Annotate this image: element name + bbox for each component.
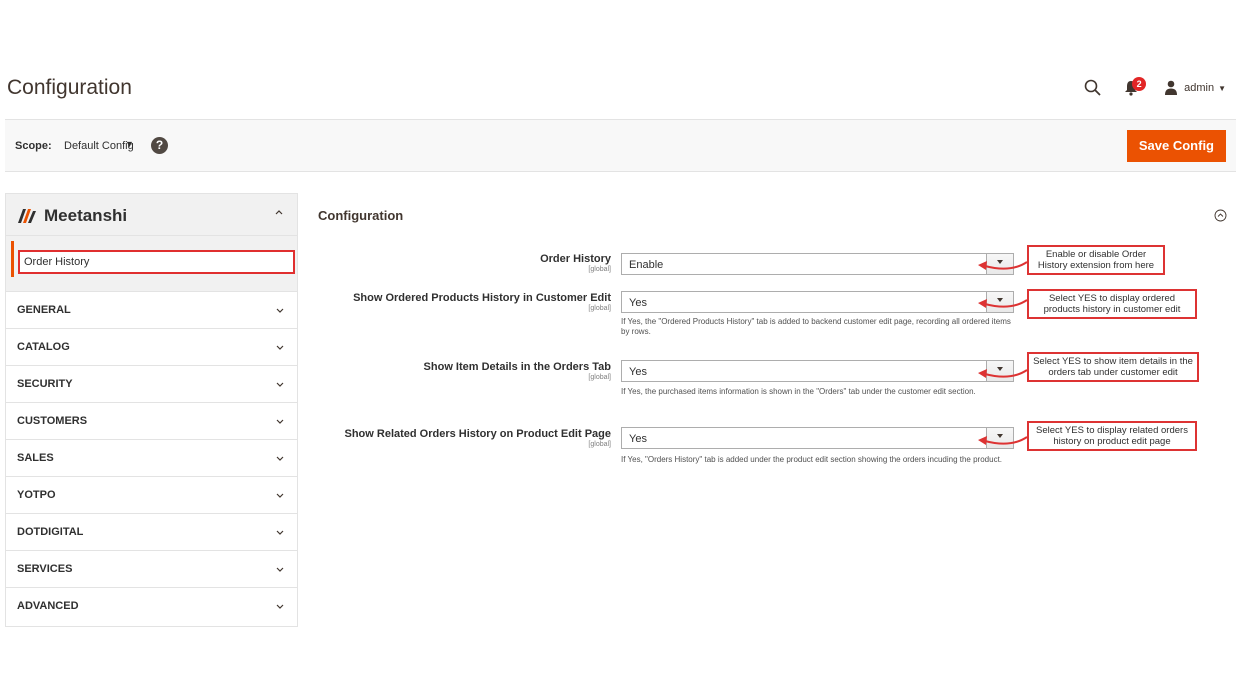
chevron-down-icon	[276, 419, 284, 424]
sidebar-tab-sales[interactable]: SALES	[6, 440, 297, 477]
annotation-callout: Select YES to display related orders his…	[1027, 421, 1197, 451]
scope-label: Scope:	[15, 140, 52, 152]
sidebar-tab-label: CATALOG	[17, 341, 70, 353]
brand-logo: Meetanshi	[18, 206, 127, 226]
sidebar-tab-label: CUSTOMERS	[17, 415, 88, 427]
sidebar-tab-meetanshi[interactable]: Meetanshi	[6, 194, 297, 236]
field-label-order-history: Order History	[540, 253, 611, 265]
field-scope: [global]	[588, 266, 611, 273]
annotation-callout: Enable or disable Order History extensio…	[1027, 245, 1165, 275]
sidebar-tab-label: DOTDIGITAL	[17, 526, 84, 538]
sidebar-tab-services[interactable]: SERVICES	[6, 551, 297, 588]
scope-bar: Scope: Default Config ▼ ? Save Config	[5, 119, 1236, 172]
sidebar-tab-label: SECURITY	[17, 378, 73, 390]
chevron-down-icon	[276, 308, 284, 313]
sidebar-tab-security[interactable]: SECURITY	[6, 366, 297, 403]
user-menu[interactable]: admin ▼	[1164, 80, 1226, 96]
annotation-arrow-icon	[978, 299, 1028, 308]
save-config-button[interactable]: Save Config	[1126, 130, 1226, 162]
collapse-icon[interactable]	[1214, 209, 1227, 222]
annotation-callout: Select YES to show item details in the o…	[1027, 352, 1199, 382]
sidebar-tab-label: SERVICES	[17, 563, 73, 575]
chevron-down-icon	[276, 456, 284, 461]
sidebar-tab-catalog[interactable]: CATALOG	[6, 329, 297, 366]
ordered-products-history-select[interactable]: Yes	[621, 291, 1014, 313]
field-note: If Yes, the "Ordered Products History" t…	[621, 317, 1011, 336]
sidebar-tab-advanced[interactable]: ADVANCED	[6, 588, 297, 625]
annotation-arrow-icon	[978, 436, 1028, 445]
field-label-ordered-products-history: Show Ordered Products History in Custome…	[353, 292, 611, 304]
sidebar-tab-dotdigital[interactable]: DOTDIGITAL	[6, 514, 297, 551]
field-label-item-details: Show Item Details in the Orders Tab	[423, 361, 611, 373]
caret-down-icon: ▼	[1218, 83, 1226, 93]
user-name: admin	[1184, 82, 1215, 94]
field-note: If Yes, the purchased items information …	[621, 387, 976, 396]
page-title: Configuration	[7, 76, 132, 99]
sidebar-tab-label: YOTPO	[17, 489, 56, 501]
notification-count-badge: 2	[1132, 77, 1147, 91]
notifications-bell[interactable]: 2	[1124, 77, 1147, 97]
annotation-arrow-icon	[978, 261, 1028, 270]
item-details-select[interactable]: Yes	[621, 360, 1014, 382]
field-label-related-orders-history: Show Related Orders History on Product E…	[344, 428, 612, 440]
chevron-down-icon	[276, 530, 284, 535]
search-icon[interactable]	[1084, 79, 1102, 97]
meetanshi-logo-icon	[18, 209, 36, 223]
chevron-up-icon	[275, 210, 283, 215]
caret-down-icon[interactable]: ▼	[125, 139, 134, 149]
chevron-down-icon	[276, 493, 284, 498]
help-icon[interactable]: ?	[151, 137, 168, 154]
chevron-down-icon	[276, 345, 284, 350]
sidebar-tab-label: SALES	[17, 452, 54, 464]
sidebar-tab-label: GENERAL	[17, 304, 71, 316]
related-orders-history-select[interactable]: Yes	[621, 427, 1014, 449]
sidebar-tab-label: ADVANCED	[17, 600, 79, 612]
select-value: Yes	[629, 433, 647, 445]
field-scope: [global]	[588, 441, 611, 448]
chevron-down-icon	[276, 567, 284, 572]
select-value: Enable	[629, 259, 664, 271]
select-value: Yes	[629, 366, 647, 378]
brand-name: Meetanshi	[44, 206, 128, 225]
sidebar-tab-yotpo[interactable]: YOTPO	[6, 477, 297, 514]
sidebar-subsection: Order History	[6, 236, 297, 292]
config-sidebar: Meetanshi Order History GENERAL CATALOG …	[5, 193, 298, 627]
scope-switcher[interactable]: Default Config	[64, 140, 134, 152]
header-actions: 2 admin ▼	[1084, 77, 1226, 98]
field-note: If Yes, "Orders History" tab is added un…	[621, 455, 1003, 464]
annotation-arrow-icon	[978, 369, 1028, 378]
sidebar-tab-general[interactable]: GENERAL	[6, 292, 297, 329]
sidebar-tab-customers[interactable]: CUSTOMERS	[6, 403, 297, 440]
field-scope: [global]	[588, 305, 611, 312]
chevron-down-icon	[276, 382, 284, 387]
select-value: Yes	[629, 297, 647, 309]
sidebar-item-order-history[interactable]: Order History	[18, 250, 295, 274]
order-history-select[interactable]: Enable	[621, 253, 1014, 275]
annotation-callout: Select YES to display ordered products h…	[1027, 289, 1197, 319]
active-indicator	[11, 241, 14, 277]
user-icon	[1165, 80, 1178, 95]
chevron-down-icon	[276, 604, 284, 609]
section-title[interactable]: Configuration	[318, 208, 403, 223]
field-scope: [global]	[588, 374, 611, 381]
